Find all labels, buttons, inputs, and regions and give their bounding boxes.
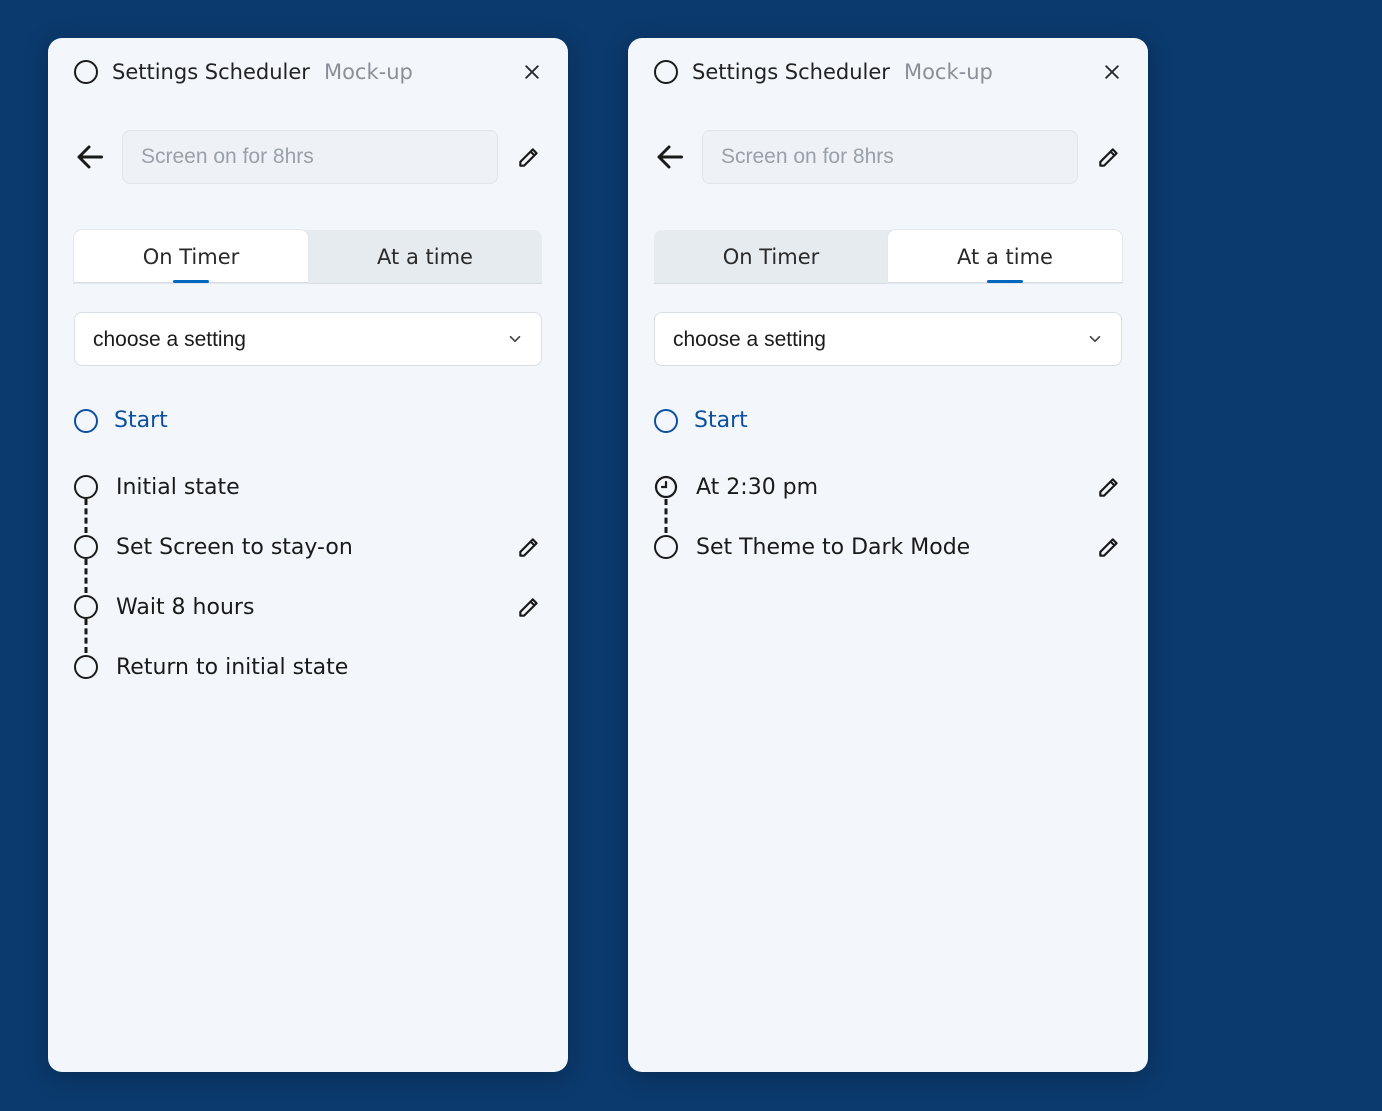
mode-tabs: On Timer At a time [74,230,542,284]
step-label: Wait 8 hours [116,595,498,620]
start-icon [74,409,98,433]
setting-select-wrap: choose a setting [74,312,542,366]
step-list: Initial state Set Screen to stay-on Wait… [74,473,542,681]
circle-icon [654,535,678,559]
circle-icon [74,535,98,559]
tab-on-timer-label: On Timer [143,245,240,269]
tab-at-a-time-label: At a time [957,245,1053,269]
clock-icon [654,475,678,499]
app-icon [74,60,98,84]
step-set-theme-dark: Set Theme to Dark Mode [654,533,1122,561]
mode-tabs: On Timer At a time [654,230,1122,284]
app-subtitle: Mock-up [904,60,993,84]
step-label: At 2:30 pm [696,475,1078,500]
edit-step-icon[interactable] [1096,474,1122,500]
schedule-name-input[interactable] [702,130,1078,184]
app-title: Settings Scheduler [112,60,310,84]
edit-name-icon[interactable] [516,144,542,170]
step-label: Set Screen to stay-on [116,535,498,560]
titlebar: Settings Scheduler Mock-up [654,60,1122,84]
step-return-initial-state: Return to initial state [74,653,542,681]
name-row [654,130,1122,184]
edit-name-icon[interactable] [1096,144,1122,170]
tab-at-a-time[interactable]: At a time [308,230,542,283]
close-icon[interactable] [1102,62,1122,82]
start-label: Start [694,408,748,433]
tab-at-a-time[interactable]: At a time [888,230,1122,283]
app-subtitle: Mock-up [324,60,413,84]
step-initial-state: Initial state [74,473,542,501]
back-icon[interactable] [654,142,684,172]
titlebar: Settings Scheduler Mock-up [74,60,542,84]
app-title: Settings Scheduler [692,60,890,84]
edit-step-icon[interactable] [1096,534,1122,560]
start-icon [654,409,678,433]
app-icon [654,60,678,84]
name-row [74,130,542,184]
tab-on-timer-label: On Timer [723,245,820,269]
tab-at-a-time-label: At a time [377,245,473,269]
setting-select-wrap: choose a setting [654,312,1122,366]
tab-on-timer[interactable]: On Timer [654,230,888,283]
step-set-screen-stay-on: Set Screen to stay-on [74,533,542,561]
circle-icon [74,475,98,499]
scheduler-panel-at-a-time: Settings Scheduler Mock-up On Timer At a… [628,38,1148,1072]
scheduler-panel-on-timer: Settings Scheduler Mock-up On Timer At a… [48,38,568,1072]
step-list: At 2:30 pm Set Theme to Dark Mode [654,473,1122,561]
start-label: Start [114,408,168,433]
step-at-time: At 2:30 pm [654,473,1122,501]
back-icon[interactable] [74,142,104,172]
circle-icon [74,655,98,679]
step-label: Return to initial state [116,655,542,680]
close-icon[interactable] [522,62,542,82]
setting-select[interactable]: choose a setting [654,312,1122,366]
start-row[interactable]: Start [654,408,1122,433]
edit-step-icon[interactable] [516,534,542,560]
tab-on-timer[interactable]: On Timer [74,230,308,283]
start-row[interactable]: Start [74,408,542,433]
step-wait-8-hours: Wait 8 hours [74,593,542,621]
setting-select[interactable]: choose a setting [74,312,542,366]
schedule-name-input[interactable] [122,130,498,184]
step-label: Set Theme to Dark Mode [696,535,1078,560]
step-label: Initial state [116,475,542,500]
circle-icon [74,595,98,619]
edit-step-icon[interactable] [516,594,542,620]
